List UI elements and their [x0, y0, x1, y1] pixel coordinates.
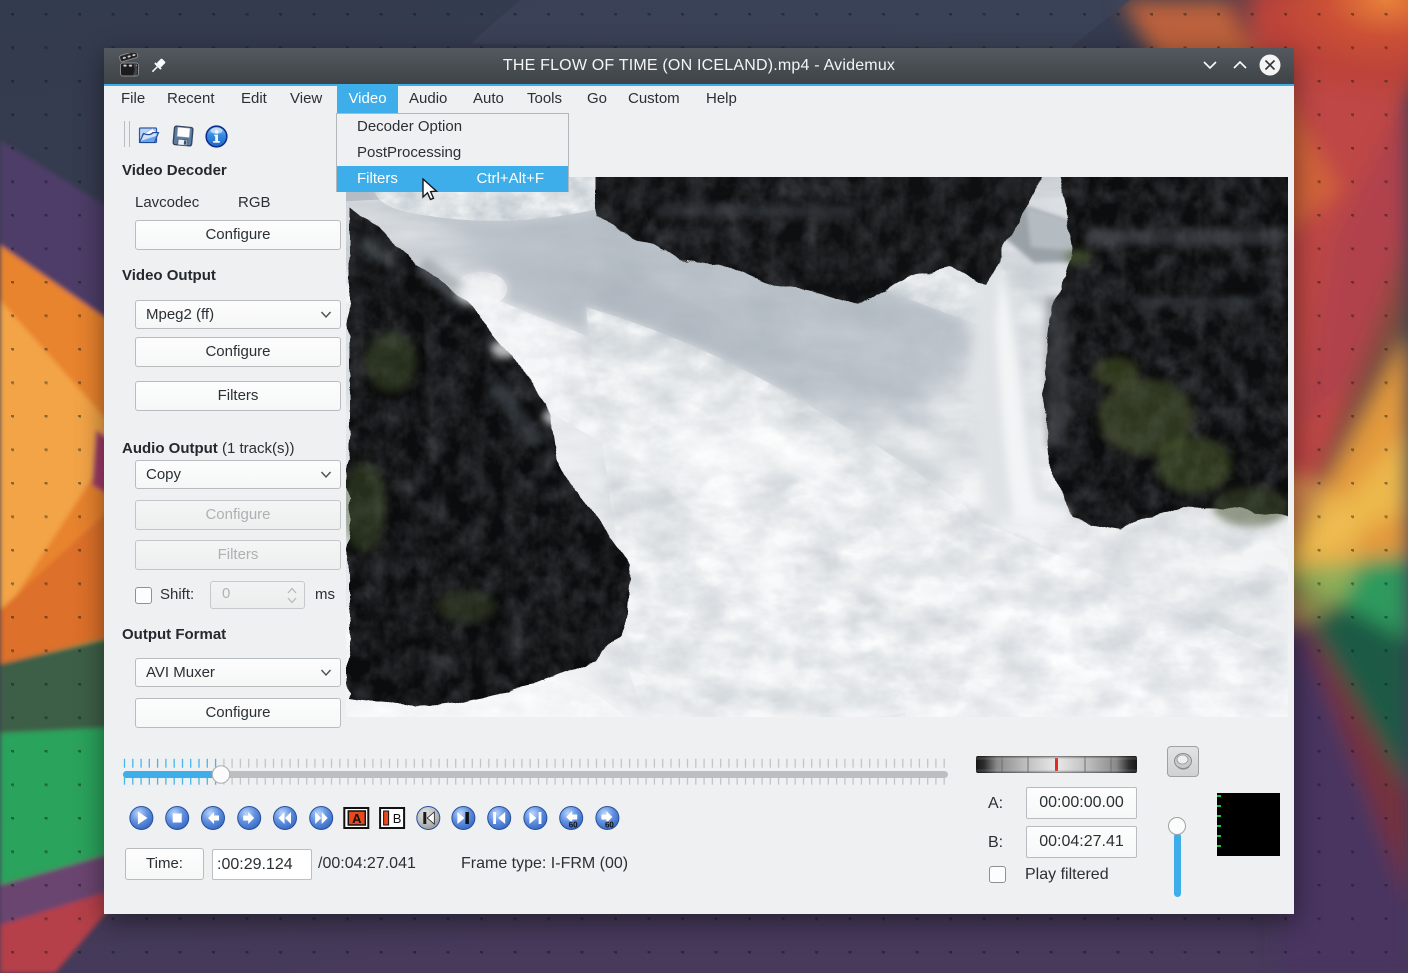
svg-text:60: 60: [569, 821, 578, 830]
svg-text:60: 60: [605, 821, 614, 830]
svg-text:B: B: [393, 811, 402, 826]
svg-text:A: A: [352, 811, 362, 826]
